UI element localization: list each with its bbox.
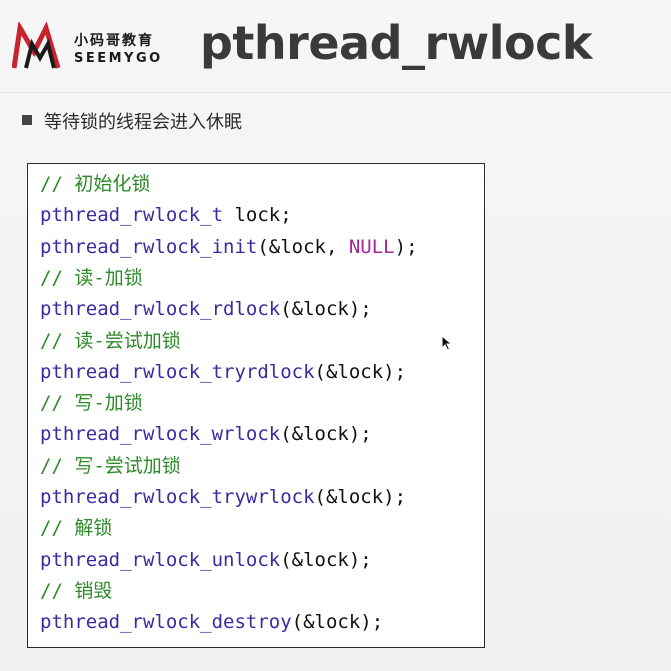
logo-english-text: SEEMYGO xyxy=(74,51,163,66)
code-arguments: (&lock); xyxy=(314,486,407,508)
code-function-name: pthread_rwlock_trywrlock xyxy=(40,486,315,508)
code-statement-line: pthread_rwlock_trywrlock(&lock); xyxy=(40,483,406,511)
code-function-name: pthread_rwlock_init xyxy=(40,235,258,258)
code-function-name: pthread_rwlock_rdlock xyxy=(40,298,281,321)
slide: 小码哥教育 SEEMYGO pthread_rwlock 等待锁的线程会进入休眠… xyxy=(0,0,671,671)
code-comment-line: // 读-尝试加锁 xyxy=(40,327,181,355)
code-arguments: (&lock); xyxy=(280,423,372,446)
code-statement-line: pthread_rwlock_init(&lock, NULL); xyxy=(40,233,418,261)
code-function-name: pthread_rwlock_destroy xyxy=(40,611,292,634)
code-comment-line: // 初始化锁 xyxy=(40,170,150,198)
code-statement-line: pthread_rwlock_wrlock(&lock); xyxy=(40,420,372,448)
code-function-name: pthread_rwlock_tryrdlock xyxy=(40,360,315,383)
slide-header: 小码哥教育 SEEMYGO pthread_rwlock xyxy=(0,0,671,92)
code-comment: // 解锁 xyxy=(40,517,113,540)
code-comment-line: // 销毁 xyxy=(40,577,112,605)
code-arguments: lock; xyxy=(223,204,292,227)
code-arguments: (&lock); xyxy=(280,548,372,571)
code-comment: // 写-尝试加锁 xyxy=(40,454,181,477)
code-block: // 初始化锁 pthread_rwlock_t lock; pthread_rwl… xyxy=(27,163,485,648)
code-comment-line: // 解锁 xyxy=(40,514,112,542)
seemygo-logo-icon xyxy=(12,22,61,69)
code-arguments: (&lock); xyxy=(280,298,372,321)
header-divider xyxy=(0,92,671,93)
page-title: pthread_rwlock xyxy=(200,16,592,70)
logo-chinese-text: 小码哥教育 xyxy=(74,33,154,49)
code-arguments: (&lock); xyxy=(314,360,407,383)
code-arguments: (&lock); xyxy=(291,611,384,634)
code-arguments: (&lock, xyxy=(257,235,349,258)
code-statement-line: pthread_rwlock_unlock(&lock); xyxy=(40,546,372,574)
square-bullet-icon xyxy=(22,115,32,125)
code-comment: // 读-加锁 xyxy=(40,266,143,289)
code-comment: // 销毁 xyxy=(40,579,113,602)
code-comment: // 初始化锁 xyxy=(40,173,151,195)
code-function-name: pthread_rwlock_unlock xyxy=(40,548,281,571)
code-statement-line: pthread_rwlock_t lock; xyxy=(40,201,292,229)
code-statement-line: pthread_rwlock_rdlock(&lock); xyxy=(40,295,372,323)
logo: 小码哥教育 SEEMYGO xyxy=(12,18,190,78)
code-comment-line: // 写-加锁 xyxy=(40,389,143,417)
code-comment: // 写-加锁 xyxy=(40,392,143,415)
code-function-name: pthread_rwlock_t xyxy=(40,204,224,227)
code-statement-line: pthread_rwlock_tryrdlock(&lock); xyxy=(40,358,406,386)
mouse-pointer-icon xyxy=(441,335,453,351)
code-punctuation: ); xyxy=(394,235,418,258)
code-comment: // 读-尝试加锁 xyxy=(40,329,181,352)
code-comment-line: // 写-尝试加锁 xyxy=(40,452,181,480)
code-keyword: NULL xyxy=(348,235,395,258)
code-function-name: pthread_rwlock_wrlock xyxy=(40,423,281,446)
code-statement-line: pthread_rwlock_destroy(&lock); xyxy=(40,608,383,636)
bullet-text: 等待锁的线程会进入休眠 xyxy=(44,112,242,133)
code-comment-line: // 读-加锁 xyxy=(40,264,143,292)
